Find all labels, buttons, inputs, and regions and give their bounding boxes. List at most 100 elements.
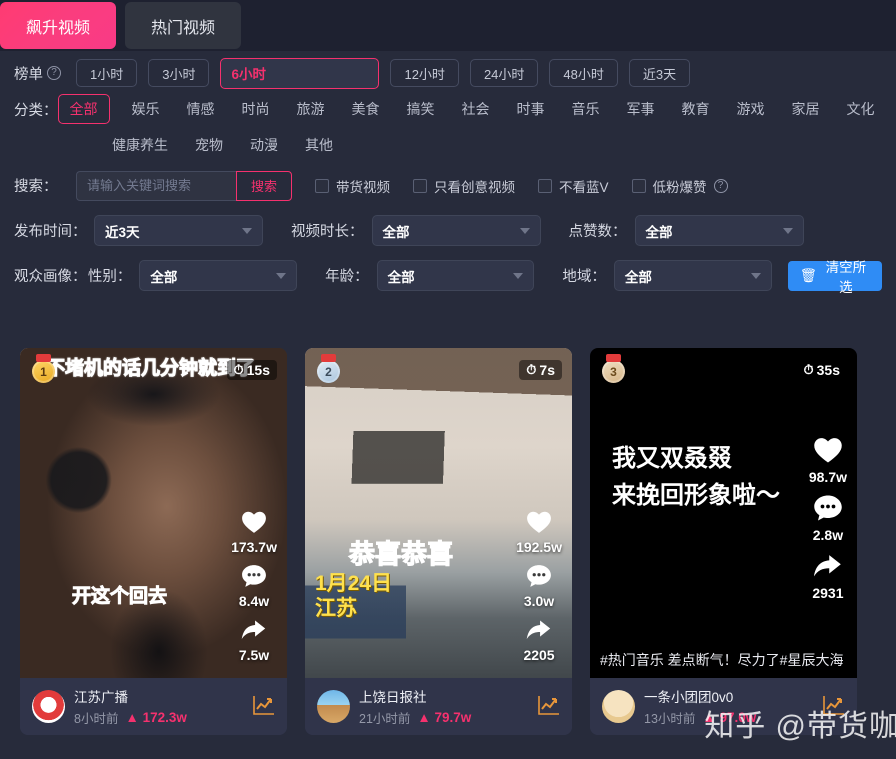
share-icon	[525, 618, 553, 646]
age-label: 年龄：	[325, 269, 369, 285]
checkbox-label: 带货视频	[336, 179, 391, 195]
category-item-society[interactable]: 社会	[462, 99, 490, 119]
category-item-pets[interactable]: 宠物	[195, 135, 223, 155]
checkbox-box[interactable]	[413, 178, 428, 193]
checkbox-label: 只看创意视频	[434, 179, 516, 195]
checkbox-creative-only[interactable]: 只看创意视频	[413, 176, 515, 196]
trend-chart-icon[interactable]	[538, 695, 560, 719]
select-row-publish: 发布时间： 近3天 视频时长： 全部 点赞数： 全部	[14, 208, 882, 253]
category-item-entertainment[interactable]: 娱乐	[132, 99, 160, 119]
avatar[interactable]	[317, 690, 350, 723]
gender-select[interactable]: 全部	[139, 260, 298, 291]
category-label: 分类：	[14, 102, 58, 119]
trend-chart-icon[interactable]	[253, 695, 275, 719]
category-item-emotion[interactable]: 情感	[187, 99, 215, 119]
comment-stat[interactable]: 2.8w	[813, 494, 843, 550]
rank-filter-row: 榜单 ? 1小时 3小时 6小时 12小时 24小时 48小时 近3天	[14, 51, 882, 91]
rank-option-48h[interactable]: 48小时	[549, 59, 618, 87]
chevron-down-icon	[513, 272, 524, 279]
category-item-fashion[interactable]: 时尚	[242, 99, 270, 119]
age-value: 全部	[387, 269, 415, 285]
video-card[interactable]: 1 ⏱ 15s 不堵机的话几分钟就到了 开这个回去 173.7w 8.4w 7.…	[20, 348, 287, 735]
category-item-food[interactable]: 美食	[352, 99, 380, 119]
category-item-music[interactable]: 音乐	[572, 99, 600, 119]
avatar[interactable]	[602, 690, 635, 723]
category-item-home[interactable]: 家居	[792, 99, 820, 119]
share-stat[interactable]: 7.5w	[239, 618, 269, 670]
rank-option-3h[interactable]: 3小时	[148, 59, 210, 87]
tab-hot-videos[interactable]: 热门视频	[125, 2, 242, 49]
checkbox-hide-bluev[interactable]: 不看蓝V	[538, 176, 609, 196]
category-item-funny[interactable]: 搞笑	[407, 99, 435, 119]
video-card-list: 1 ⏱ 15s 不堵机的话几分钟就到了 开这个回去 173.7w 8.4w 7.…	[0, 348, 896, 735]
category-item-all[interactable]: 全部	[57, 94, 110, 124]
video-thumbnail[interactable]: 1 ⏱ 15s 不堵机的话几分钟就到了 开这个回去 173.7w 8.4w 7.…	[20, 348, 287, 678]
checkbox-box[interactable]	[315, 178, 330, 193]
category-item-education[interactable]: 教育	[682, 99, 710, 119]
category-item-anime[interactable]: 动漫	[250, 135, 278, 155]
rank-option-6h[interactable]: 6小时	[220, 57, 380, 89]
duration-value: 15s	[246, 362, 270, 378]
category-item-travel[interactable]: 旅游	[297, 99, 325, 119]
tab-rising-videos[interactable]: 飙升视频	[0, 2, 117, 49]
share-count: 2205	[523, 647, 555, 663]
checkbox-box[interactable]	[631, 178, 646, 193]
likes-select[interactable]: 全部	[634, 215, 804, 246]
question-icon[interactable]: ?	[713, 178, 728, 193]
like-stat[interactable]: 192.5w	[516, 510, 562, 562]
share-stat[interactable]: 2205	[523, 618, 555, 670]
checkbox-box[interactable]	[538, 178, 553, 193]
publish-time: 8小时前	[74, 712, 119, 726]
checkbox-low-fan-high-like[interactable]: 低粉爆赞 ?	[631, 176, 728, 196]
author-name[interactable]: 上饶日报社	[359, 686, 471, 706]
duration-value: 7s	[539, 362, 555, 378]
heart-icon	[526, 510, 552, 538]
video-thumbnail[interactable]: 3 ⏱ 35s 我又双叒叕 来挽回形象啦～ 98.7w 2.8w 2931 #热…	[590, 348, 857, 678]
comment-icon	[526, 564, 552, 592]
like-stat[interactable]: 173.7w	[231, 510, 277, 562]
rank-option-3d[interactable]: 近3天	[628, 59, 691, 87]
rank-option-24h[interactable]: 24小时	[469, 59, 539, 87]
video-card[interactable]: 2 ⏱ 7s 恭喜恭喜 1月24日 江苏 192.5w 3.0w 2205 上饶…	[305, 348, 572, 735]
publish-time-select[interactable]: 近3天	[94, 215, 263, 246]
chevron-down-icon	[782, 227, 793, 234]
rank-option-1h[interactable]: 1小时	[76, 59, 138, 87]
comment-count: 8.4w	[238, 593, 270, 609]
rank-option-12h[interactable]: 12小时	[390, 59, 459, 87]
search-box: 搜索	[76, 170, 293, 201]
category-item-other[interactable]: 其他	[305, 135, 333, 155]
category-item-health[interactable]: 健康养生	[112, 135, 168, 155]
like-stat[interactable]: 98.7w	[809, 436, 847, 492]
comment-stat[interactable]: 3.0w	[524, 564, 554, 616]
author-subline: 13小时前 ▲ 97.0w	[644, 708, 756, 727]
category-item-games[interactable]: 游戏	[737, 99, 765, 119]
region-select[interactable]: 全部	[613, 260, 772, 291]
checkbox-ecommerce-video[interactable]: 带货视频	[315, 176, 390, 196]
share-icon	[240, 618, 268, 646]
clear-all-button[interactable]: 🗑 清空所选	[787, 260, 883, 295]
share-icon	[812, 552, 844, 584]
tab-bar: 飙升视频 热门视频	[0, 0, 896, 51]
author-name[interactable]: 一条小团团0v0	[644, 686, 756, 706]
comment-stat[interactable]: 8.4w	[239, 564, 269, 616]
author-name[interactable]: 江苏广播	[74, 686, 187, 706]
avatar[interactable]	[32, 690, 65, 723]
category-item-culture[interactable]: 文化	[847, 99, 875, 119]
share-stat[interactable]: 2931	[812, 552, 844, 608]
category-item-news[interactable]: 时事	[517, 99, 545, 119]
question-icon[interactable]: ?	[47, 66, 61, 80]
filter-panel: 榜单 ? 1小时 3小时 6小时 12小时 24小时 48小时 近3天 分类： …	[0, 51, 896, 298]
duration-select[interactable]: 全部	[371, 215, 541, 246]
video-thumbnail[interactable]: 2 ⏱ 7s 恭喜恭喜 1月24日 江苏 192.5w 3.0w 2205	[305, 348, 572, 678]
duration-badge: ⏱ 35s	[796, 360, 847, 380]
growth-value: ▲ 97.0w	[702, 710, 757, 725]
search-input[interactable]	[76, 170, 236, 201]
category-item-military[interactable]: 军事	[627, 99, 655, 119]
trend-chart-icon[interactable]	[823, 695, 845, 719]
search-button[interactable]: 搜索	[236, 170, 293, 201]
author-subline: 8小时前 ▲ 172.3w	[74, 708, 187, 727]
video-card[interactable]: 3 ⏱ 35s 我又双叒叕 来挽回形象啦～ 98.7w 2.8w 2931 #热…	[590, 348, 857, 735]
age-select[interactable]: 全部	[376, 260, 535, 291]
growth-value: ▲ 79.7w	[417, 710, 472, 725]
video-caption: #热门音乐 差点断气！尽力了#星辰大海	[600, 652, 844, 669]
